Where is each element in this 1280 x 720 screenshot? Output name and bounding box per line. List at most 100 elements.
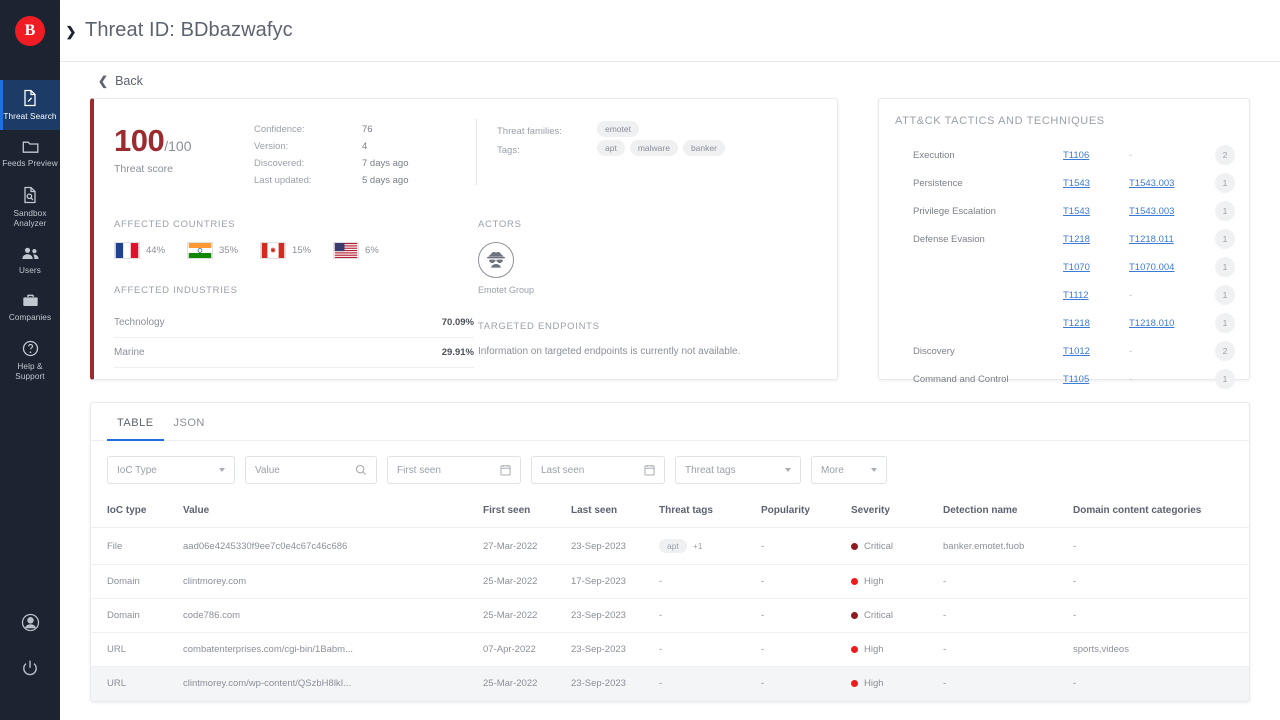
app-logo[interactable]: B [15,16,45,46]
severity-label: Critical [864,541,893,552]
calendar-icon [644,464,655,476]
attack-subtechnique-empty: - [1129,374,1132,385]
tab-json[interactable]: JSON [164,403,215,440]
attack-subtechnique-empty: - [1129,150,1132,161]
chevron-right-icon: ❯ [66,25,77,38]
col-value[interactable]: Value [177,496,477,528]
attack-row: PersistenceT1543T1543.0031 [895,169,1235,197]
attack-technique-link[interactable]: T1218 [1063,318,1090,329]
sidebar-item-help-support[interactable]: Help & Support [0,331,60,390]
table-row[interactable]: URLcombatenterprises.com/cgi-bin/1Babm..… [91,633,1249,667]
industry-percent: 29.91% [442,347,474,358]
threat-tag-chip[interactable]: apt [659,539,687,553]
tab-table[interactable]: TABLE [107,403,164,440]
attack-row: Defense EvasionT1218T1218.0111 [895,225,1235,253]
threat-tag-overflow[interactable]: +1 [693,541,703,551]
last-seen-date-input[interactable]: Last seen [531,456,665,484]
col-popularity[interactable]: Popularity [755,496,845,528]
power-icon[interactable] [21,659,39,682]
attack-technique-link[interactable]: T1105 [1063,374,1089,385]
attack-subtechnique-link[interactable]: T1543.003 [1129,178,1174,189]
family-chip[interactable]: emotet [597,121,639,137]
attack-count-badge: 1 [1215,369,1235,389]
ioc-type-select[interactable]: IoC Type [107,456,235,484]
country-percent: 15% [292,245,311,256]
meta-value: 76 [362,121,373,138]
attack-technique-link[interactable]: T1543 [1063,206,1090,217]
attack-technique-link[interactable]: T1543 [1063,178,1090,189]
attack-technique-link[interactable]: T1112 [1063,290,1089,301]
col-first-seen[interactable]: First seen [477,496,565,528]
sidebar-item-threat-search[interactable]: Threat Search [0,80,60,130]
cell-threat-tags: - [653,599,755,633]
back-label: Back [115,74,143,88]
sidebar-item-label: Sandbox Analyzer [2,209,58,229]
meta-key: Last updated: [254,172,362,189]
table-row[interactable]: Domaincode786.com25-Mar-202223-Sep-2023-… [91,599,1249,633]
industry-name: Technology [114,317,165,328]
table-row[interactable]: Fileaad06e4245330f9ee7c0e4c67c46c68627-M… [91,528,1249,565]
ioc-table-card: TABLE JSON IoC Type Value First seen [90,402,1250,702]
actor-name: Emotet Group [478,285,817,295]
actor-item[interactable]: Emotet Group [478,242,817,295]
profile-avatar-icon[interactable] [21,613,40,637]
affected-industries-label: AFFECTED INDUSTRIES [114,285,474,296]
attack-row: DiscoveryT1012-2 [895,337,1235,365]
cell-popularity: - [755,667,845,701]
sidebar-collapse-toggle[interactable]: ❯ [60,10,82,52]
attack-row: Command and ControlT1105-1 [895,365,1235,393]
value-search-input[interactable]: Value [245,456,377,484]
attack-technique-link[interactable]: T1218 [1063,234,1090,245]
col-detection-name[interactable]: Detection name [937,496,1067,528]
col-domain-content-categories[interactable]: Domain content categories [1067,496,1249,528]
col-severity[interactable]: Severity [845,496,937,528]
targeted-endpoints-block: TARGETED ENDPOINTS Information on target… [478,321,817,359]
tag-chip[interactable]: malware [630,140,678,156]
attack-subtechnique-link[interactable]: T1070.004 [1129,262,1174,273]
severity-label: Critical [864,610,893,621]
cell-last-seen: 17-Sep-2023 [565,565,653,599]
flag-france-icon [114,242,140,259]
cell-threat-tags: - [653,667,755,701]
ioc-filter-bar: IoC Type Value First seen Last seen [91,441,1249,496]
attack-tactic-name: Discovery [895,343,1063,360]
users-icon [21,246,40,261]
attack-technique-link[interactable]: T1106 [1063,150,1089,161]
table-row[interactable]: Domainclintmorey.com25-Mar-202217-Sep-20… [91,565,1249,599]
tag-chip[interactable]: apt [597,140,625,156]
col-ioc-type[interactable]: IoC type [91,496,177,528]
col-last-seen[interactable]: Last seen [565,496,653,528]
attack-technique-link[interactable]: T1012 [1063,346,1090,357]
more-filters-button[interactable]: More [811,456,887,484]
attack-technique-link[interactable]: T1070 [1063,262,1090,273]
sidebar-item-label: Users [19,266,41,276]
attack-count-badge: 1 [1215,313,1235,333]
sidebar-item-label: Threat Search [3,112,56,122]
sidebar-item-companies[interactable]: Companies [0,284,60,331]
sidebar-item-users[interactable]: Users [0,237,60,284]
tag-chip[interactable]: banker [683,140,725,156]
cell-detection-name: banker.emotet.fuob [937,528,1067,565]
table-row[interactable]: URLclintmorey.com/wp-content/QSzbH8lkI..… [91,667,1249,701]
attack-subtechnique-link[interactable]: T1218.011 [1129,234,1174,245]
cell-ioc-type: Domain [91,599,177,633]
back-button[interactable]: ❮ Back [90,62,1250,98]
threat-families-label: Threat families: [497,121,597,140]
sidebar-bottom-actions [0,613,60,720]
affected-countries-label: AFFECTED COUNTRIES [114,219,474,230]
first-seen-date-input[interactable]: First seen [387,456,521,484]
col-threat-tags[interactable]: Threat tags [653,496,755,528]
attack-count-badge: 1 [1215,285,1235,305]
cell-value: clintmorey.com [177,565,477,599]
tags-row: Tags: apt malware banker [497,140,817,159]
attack-tactic-name: Execution [895,147,1063,164]
sidebar-item-feeds-preview[interactable]: Feeds Preview [0,130,60,177]
threat-tags-select[interactable]: Threat tags [675,456,801,484]
cell-first-seen: 25-Mar-2022 [477,667,565,701]
attack-subtechnique-link[interactable]: T1543.003 [1129,206,1174,217]
page-bottom-edge [60,708,1280,720]
attack-subtechnique-link[interactable]: T1218.010 [1129,318,1174,329]
sidebar-item-sandbox-analyzer[interactable]: Sandbox Analyzer [0,177,60,237]
attack-subtechnique-empty: - [1129,290,1132,301]
cell-popularity: - [755,599,845,633]
